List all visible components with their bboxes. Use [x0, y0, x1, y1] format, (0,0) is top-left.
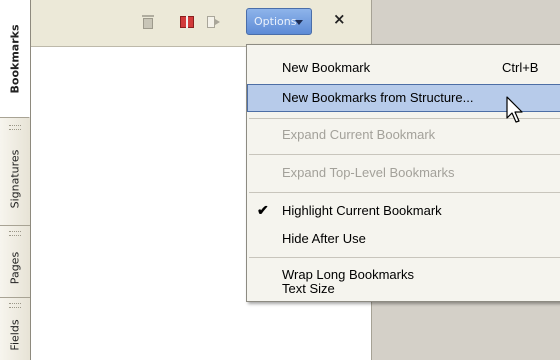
tab-fields-label: Fields — [8, 319, 22, 351]
panel-tab-strip: Bookmarks Signatures Pages Fields — [0, 0, 31, 360]
page-arrow-icon[interactable] — [205, 14, 221, 30]
menu-item-label: Highlight Current Bookmark — [282, 203, 442, 218]
tab-grip — [9, 125, 21, 130]
close-icon: × — [333, 10, 346, 28]
menu-item-label: Text Size — [282, 281, 335, 296]
menu-item-text-size[interactable]: Text Size — [247, 279, 560, 301]
chevron-down-icon — [295, 20, 303, 25]
tab-bookmarks[interactable]: Bookmarks — [0, 0, 30, 118]
options-button-label: Options — [254, 15, 297, 28]
tab-fields[interactable]: Fields — [0, 310, 30, 360]
menu-item-label: Expand Top-Level Bookmarks — [282, 165, 455, 180]
mouse-cursor-icon — [506, 96, 523, 123]
options-button[interactable]: Options — [246, 8, 312, 35]
bookmarks-toolbar: Options × — [31, 0, 371, 46]
menu-item-label: Hide After Use — [282, 231, 366, 246]
tab-bookmarks-label: Bookmarks — [8, 24, 21, 93]
menu-separator — [249, 192, 560, 193]
menu-item-label: Expand Current Bookmark — [282, 127, 436, 142]
menu-item-label: New Bookmarks from Structure... — [282, 90, 474, 105]
tab-pages[interactable]: Pages — [0, 238, 30, 298]
trash-icon[interactable] — [140, 14, 156, 30]
menu-item-hide-after-use[interactable]: Hide After Use — [247, 225, 560, 253]
tab-grip — [9, 231, 21, 236]
menu-separator — [249, 257, 560, 258]
tab-signatures[interactable]: Signatures — [0, 132, 30, 226]
menu-item-label: New Bookmark — [282, 60, 371, 75]
tab-grip — [9, 303, 21, 308]
tab-pages-label: Pages — [8, 251, 22, 284]
options-menu: New Bookmark Ctrl+B New Bookmarks from S… — [246, 44, 560, 302]
menu-item-new-bookmark[interactable]: New Bookmark Ctrl+B — [247, 54, 560, 82]
menu-item-expand-top-level-bookmarks: Expand Top-Level Bookmarks — [247, 159, 560, 187]
book-icon[interactable] — [179, 14, 195, 30]
menu-separator — [249, 154, 560, 155]
close-panel-button[interactable]: × — [333, 10, 349, 28]
checkmark-icon: ✔ — [257, 202, 269, 218]
menu-item-highlight-current-bookmark[interactable]: ✔ Highlight Current Bookmark — [247, 197, 560, 225]
tab-signatures-label: Signatures — [8, 149, 22, 208]
menu-item-shortcut: Ctrl+B — [502, 60, 539, 75]
